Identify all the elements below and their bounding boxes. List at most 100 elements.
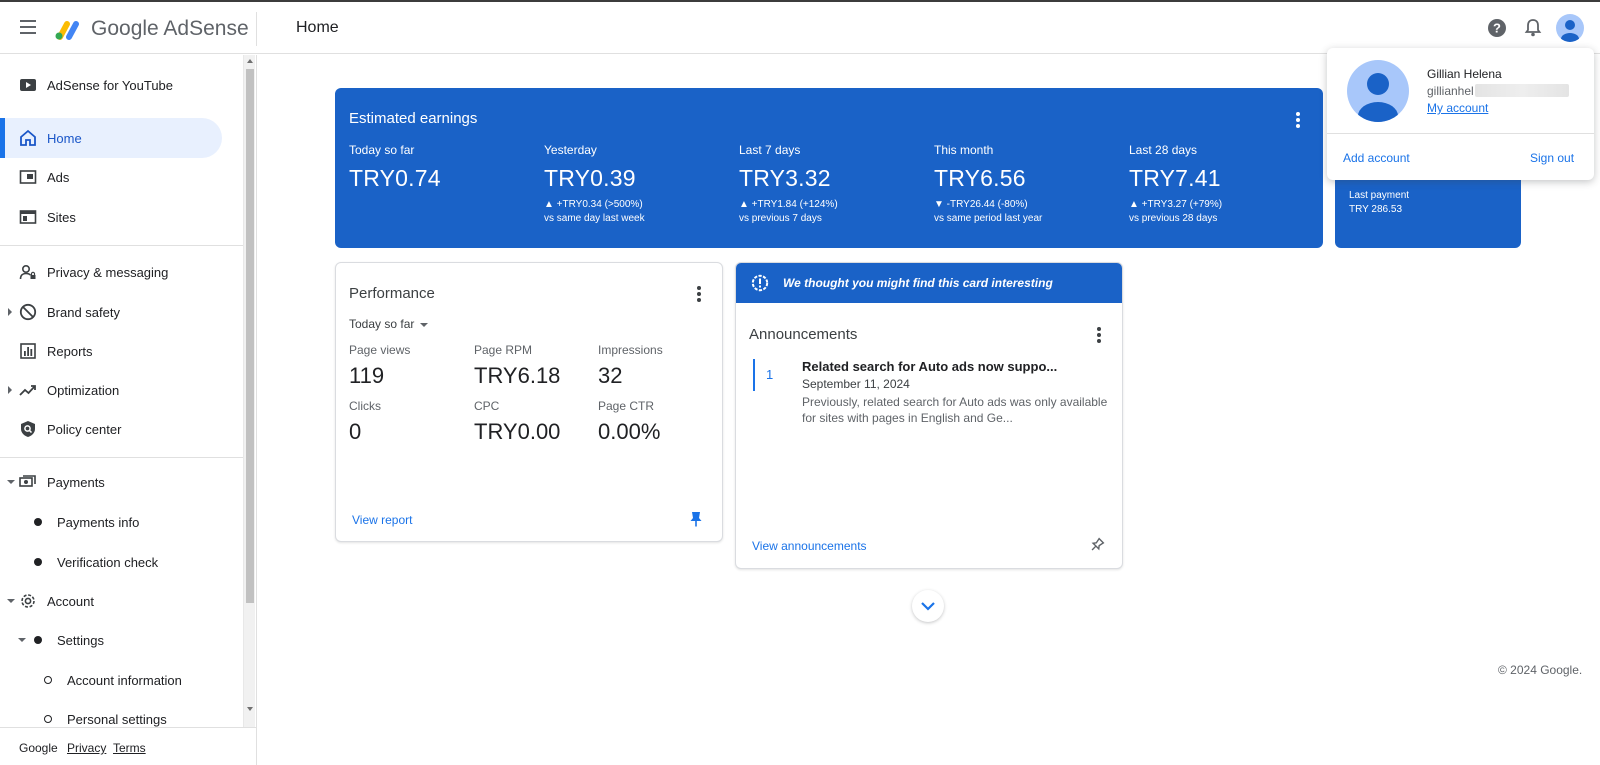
- sidebar-item-label: AdSense for YouTube: [47, 78, 174, 93]
- sidebar-item-label: Home: [47, 131, 82, 146]
- sidebar-item-settings[interactable]: Settings: [0, 620, 222, 660]
- add-account-button[interactable]: Add account: [1343, 151, 1410, 165]
- sidebar-item-ads[interactable]: Ads: [0, 157, 222, 197]
- sidebar-item-reports[interactable]: Reports: [0, 331, 222, 371]
- date-range-label: Today so far: [349, 317, 415, 331]
- sub-bullet-icon: [44, 715, 52, 723]
- view-announcements-link[interactable]: View announcements: [752, 539, 867, 553]
- sidebar-footer: Google Privacy Terms: [0, 727, 256, 765]
- expand-more-button[interactable]: [912, 590, 944, 622]
- sidebar-item-label: Ads: [47, 170, 70, 185]
- earnings-value: TRY7.41: [1129, 165, 1221, 191]
- earnings-delta: ▲ +TRY3.27 (+79%) vs previous 28 days: [1129, 199, 1223, 224]
- earnings-last-7-days: Last 7 days TRY3.32 ▲ +TRY1.84 (+124%) vs…: [739, 143, 929, 226]
- sidebar-item-label: Account: [47, 594, 94, 609]
- sidebar-item-home[interactable]: Home: [0, 118, 222, 158]
- block-icon: [19, 303, 37, 321]
- collapse-caret-icon: [7, 480, 15, 484]
- sidebar-item-adsense-youtube[interactable]: AdSense for YouTube: [0, 65, 222, 105]
- scroll-down-arrow-icon[interactable]: [247, 707, 253, 711]
- app-header: Google AdSense Home ?: [0, 2, 1600, 54]
- email-redaction: [1475, 84, 1569, 97]
- earnings-delta: ▲ +TRY1.84 (+124%) vs previous 7 days: [739, 199, 838, 224]
- sign-out-button[interactable]: Sign out: [1530, 151, 1574, 165]
- youtube-icon: [20, 79, 36, 91]
- sidebar-item-label: Policy center: [47, 422, 122, 437]
- sidebar-item-label: Verification check: [57, 555, 159, 570]
- sub-bullet-icon: [44, 676, 52, 684]
- my-account-link[interactable]: My account: [1427, 101, 1488, 115]
- announcement-headline[interactable]: Related search for Auto ads now suppo...: [802, 359, 1057, 374]
- sidebar-item-account-information[interactable]: Account information: [0, 660, 222, 700]
- footer-brand: Google: [19, 741, 58, 755]
- account-avatar-large: [1347, 60, 1409, 122]
- menu-icon[interactable]: [17, 16, 39, 40]
- sidebar-item-label: Account information: [67, 673, 182, 688]
- policy-shield-icon: [21, 421, 35, 437]
- earnings-delta: ▲ +TRY0.34 (>500%) vs same day last week: [544, 199, 645, 224]
- earnings-value: TRY0.39: [544, 165, 636, 191]
- view-report-link[interactable]: View report: [352, 513, 412, 527]
- earnings-delta: ▼ -TRY26.44 (-80%) vs same period last ye…: [934, 199, 1043, 224]
- bar-chart-icon: [20, 343, 36, 359]
- scrollbar-thumb[interactable]: [246, 69, 254, 603]
- privacy-icon: [19, 264, 36, 280]
- popup-divider: [1327, 133, 1594, 134]
- earnings-value: TRY3.32: [739, 165, 831, 191]
- earnings-label: Last 28 days: [1129, 143, 1198, 157]
- card-title: Announcements: [749, 326, 858, 343]
- sidebar-item-sites[interactable]: Sites: [0, 197, 222, 237]
- sidebar-item-brand-safety[interactable]: Brand safety: [0, 292, 222, 332]
- ads-icon: [19, 170, 37, 184]
- bullet-icon: [34, 518, 42, 526]
- earnings-yesterday: Yesterday TRY0.39 ▲ +TRY0.34 (>500%) vs s…: [544, 143, 734, 226]
- metric-page-ctr: Page CTR 0.00%: [598, 399, 661, 444]
- account-avatar-button[interactable]: [1556, 14, 1584, 42]
- sidebar-item-privacy-messaging[interactable]: Privacy & messaging: [0, 252, 222, 292]
- sidebar-item-payments[interactable]: Payments: [0, 462, 222, 502]
- sidebar-item-label: Settings: [57, 633, 104, 648]
- terms-link[interactable]: Terms: [113, 741, 146, 755]
- sidebar-item-policy-center[interactable]: Policy center: [0, 409, 222, 449]
- expand-caret-icon: [8, 308, 12, 316]
- pin-outline-icon[interactable]: [1089, 537, 1105, 553]
- sidebar-item-verification-check[interactable]: Verification check: [0, 542, 222, 582]
- earnings-label: Today so far: [349, 143, 415, 157]
- sidebar-item-payments-info[interactable]: Payments info: [0, 502, 222, 542]
- last-payment-label: Last payment: [1349, 190, 1410, 201]
- metric-impressions: Impressions 32: [598, 343, 663, 388]
- more-options-icon[interactable]: [1094, 326, 1104, 344]
- last-payment-value: TRY 286.53: [1349, 204, 1403, 215]
- sidebar-scrollbar[interactable]: [243, 55, 255, 727]
- account-name: Gillian Helena: [1427, 67, 1502, 81]
- collapse-caret-icon: [7, 599, 15, 603]
- earnings-label: Last 7 days: [739, 143, 801, 157]
- announcement-body: Previously, related search for Auto ads …: [802, 395, 1108, 425]
- home-icon: [20, 129, 36, 146]
- sidebar-nav: AdSense for YouTube Home Ads Sites Priva…: [0, 55, 243, 727]
- sidebar-item-optimization[interactable]: Optimization: [0, 370, 222, 410]
- trending-up-icon: [19, 385, 36, 396]
- performance-card: Performance Today so far Page views 119 P…: [335, 262, 723, 542]
- sidebar-item-label: Reports: [47, 344, 93, 359]
- earnings-last-28-days: Last 28 days TRY7.41 ▲ +TRY3.27 (+79%) vs…: [1129, 143, 1319, 226]
- metric-page-rpm: Page RPM TRY6.18: [474, 343, 561, 388]
- announcements-card: We thought you might find this card inte…: [735, 262, 1123, 569]
- earnings-label: Yesterday: [544, 143, 597, 157]
- notifications-bell-icon[interactable]: [1522, 17, 1544, 39]
- sidebar-item-account[interactable]: Account: [0, 581, 222, 621]
- date-range-dropdown[interactable]: Today so far: [349, 317, 429, 331]
- sidebar-item-personal-settings[interactable]: Personal settings: [0, 699, 222, 727]
- help-icon[interactable]: ?: [1486, 17, 1508, 39]
- svg-text:?: ?: [1493, 21, 1501, 36]
- sidebar-item-label: Privacy & messaging: [47, 265, 169, 280]
- more-options-icon[interactable]: [1293, 111, 1303, 129]
- privacy-link[interactable]: Privacy: [67, 741, 106, 755]
- banner-text: We thought you might find this card inte…: [783, 276, 1053, 290]
- earnings-value: TRY0.74: [349, 165, 441, 191]
- more-options-icon[interactable]: [694, 285, 704, 303]
- pin-icon[interactable]: [689, 511, 703, 527]
- scroll-up-arrow-icon[interactable]: [247, 59, 253, 63]
- estimated-earnings-card: Estimated earnings Today so far TRY0.74 …: [335, 88, 1323, 248]
- suggestion-banner: We thought you might find this card inte…: [736, 263, 1122, 303]
